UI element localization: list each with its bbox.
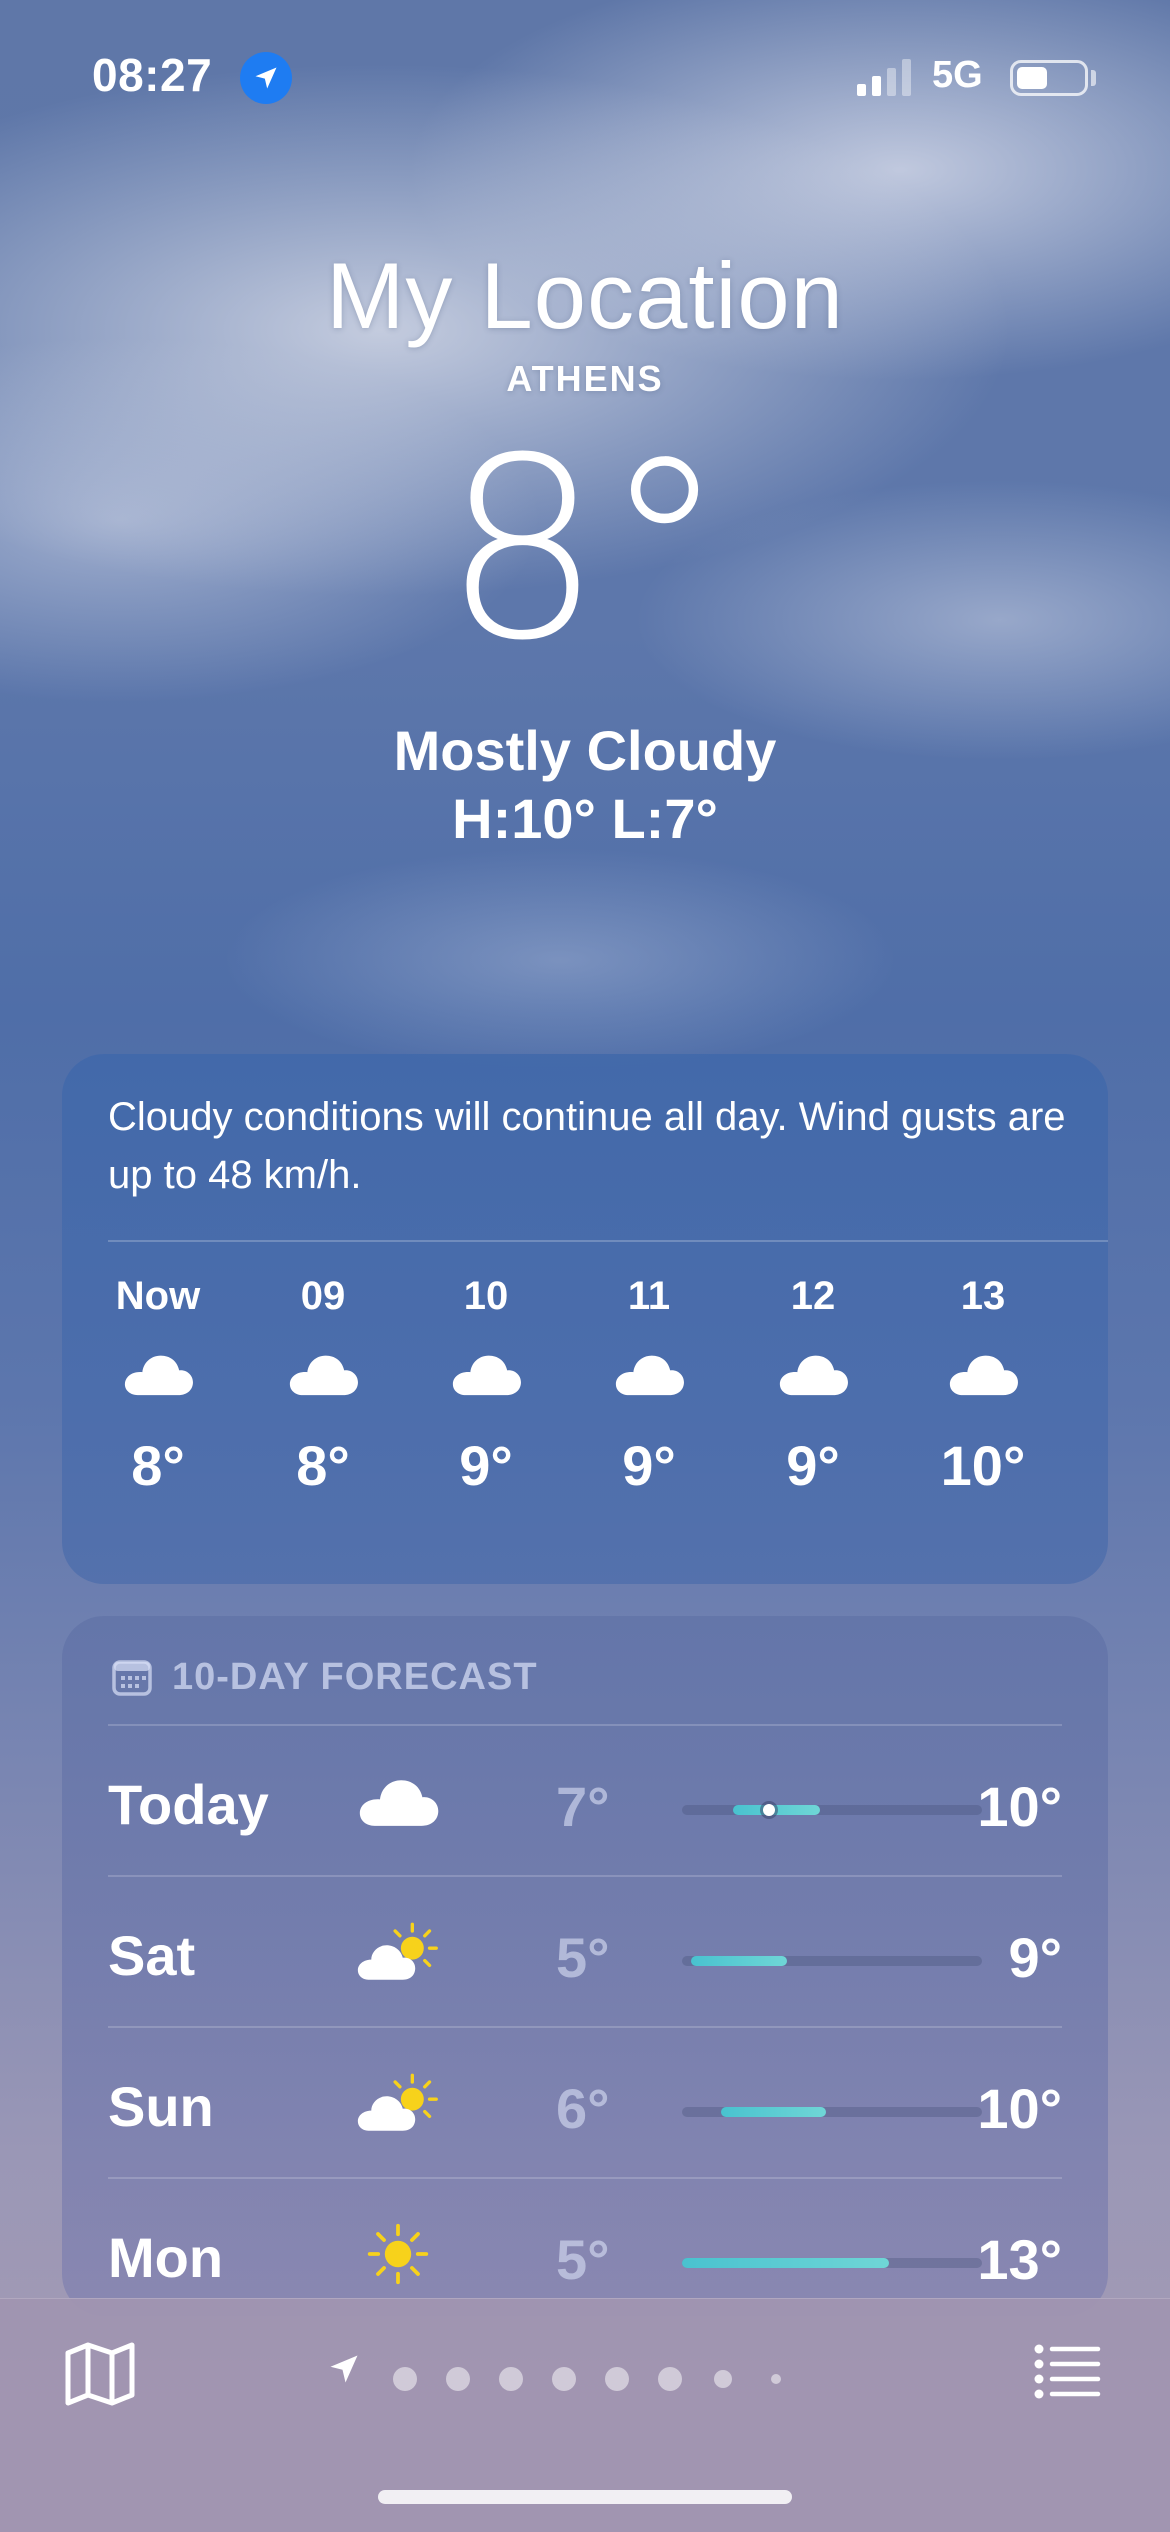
- hourly-item: 10 9°: [426, 1268, 546, 1504]
- location-title: My Location: [326, 243, 844, 348]
- hour-label: 12: [790, 1274, 836, 1318]
- page-dot[interactable]: [552, 2367, 576, 2391]
- page-dot[interactable]: [771, 2374, 781, 2384]
- hourly-forecast-card[interactable]: Cloudy conditions will continue all day.…: [62, 1054, 1108, 1584]
- location-header: My Location ATHENS: [0, 240, 1170, 400]
- page-dot[interactable]: [714, 2370, 732, 2388]
- cloud-icon: [348, 1756, 448, 1846]
- location-city: ATHENS: [506, 358, 664, 399]
- hour-label: 13: [960, 1274, 1006, 1318]
- temperature-range-bar: [682, 2258, 982, 2268]
- page-dot[interactable]: [605, 2367, 629, 2391]
- ten-day-title: 10-DAY FORECAST: [172, 1655, 538, 1698]
- hour-temperature: 8°: [131, 1434, 185, 1497]
- day-high-temp: 10°: [977, 1775, 1062, 1838]
- temperature-range-fill: [691, 1956, 787, 1966]
- current-condition: Mostly Cloudy: [393, 719, 777, 782]
- forecast-summary: Cloudy conditions will continue all day.…: [108, 1095, 1066, 1197]
- day-name: Mon: [108, 2226, 224, 2289]
- calendar-icon: [112, 1660, 152, 1696]
- day-high-temp: 13°: [977, 2228, 1062, 2291]
- cloud-icon: [426, 1324, 546, 1424]
- cloud-icon: [263, 1324, 383, 1424]
- temperature-range-bar: [682, 1956, 982, 1966]
- cloud-icon: [98, 1324, 218, 1424]
- hour-label: Now: [115, 1274, 201, 1318]
- hourly-item: Now 8°: [98, 1268, 218, 1504]
- day-low-temp: 7°: [556, 1775, 610, 1838]
- hourly-list[interactable]: Now 8° 09 8° 10 9° 11 9° 12 9° 13 10°: [108, 1268, 1068, 1558]
- forecast-day-row[interactable]: Sun 6° 10°: [108, 2028, 1062, 2178]
- hour-label: 10: [463, 1274, 509, 1318]
- hourly-item: 13 10°: [923, 1268, 1043, 1504]
- home-indicator[interactable]: [378, 2490, 792, 2504]
- current-temp-marker: [763, 1804, 775, 1816]
- cloud-icon: [753, 1324, 873, 1424]
- hour-temperature: 9°: [786, 1434, 840, 1497]
- battery-cap: [1091, 70, 1096, 86]
- hour-temperature: 8°: [296, 1434, 350, 1497]
- ten-day-forecast-card[interactable]: 10-DAY FORECAST Today 7° 10° Sat 5° 9° Sun 6° 10…: [62, 1616, 1108, 2316]
- day-name: Today: [108, 1773, 269, 1836]
- battery-icon: [1010, 60, 1088, 96]
- hour-temperature: 10°: [940, 1434, 1026, 1497]
- hour-label: 11: [627, 1274, 671, 1318]
- page-dot[interactable]: [499, 2367, 523, 2391]
- ten-day-header: 10-DAY FORECAST: [112, 1652, 538, 1702]
- hourly-item: 12 9°: [753, 1268, 873, 1504]
- partly-sunny-icon: [348, 2058, 448, 2148]
- network-type: 5G: [932, 54, 983, 96]
- page-dot-location-icon[interactable]: [326, 2351, 362, 2387]
- page-dot[interactable]: [658, 2367, 682, 2391]
- current-temperature: 8°: [442, 404, 728, 695]
- temperature-range-fill: [733, 1805, 820, 1815]
- page-dot[interactable]: [393, 2367, 417, 2391]
- day-name: Sun: [108, 2075, 214, 2138]
- temperature-range-bar: [682, 2107, 982, 2117]
- temperature-range-fill: [682, 2258, 889, 2268]
- status-bar: 08:27 5G: [0, 0, 1170, 150]
- cloud-icon: [923, 1324, 1043, 1424]
- day-low-temp: 5°: [556, 1926, 610, 1989]
- temperature-range-bar: [682, 1804, 982, 1816]
- hour-temperature: 9°: [459, 1434, 513, 1497]
- card-divider: [108, 1240, 1108, 1242]
- page-dot[interactable]: [446, 2367, 470, 2391]
- location-arrow-icon: [240, 52, 292, 104]
- day-low-temp: 5°: [556, 2228, 610, 2291]
- day-high-temp: 10°: [977, 2077, 1062, 2140]
- forecast-day-row[interactable]: Sat 5° 9°: [108, 1877, 1062, 2027]
- hourly-item: 09 8°: [263, 1268, 383, 1504]
- high-low-temperature: H:10° L:7°: [452, 787, 718, 850]
- hour-temperature: 9°: [622, 1434, 676, 1497]
- partly-sunny-icon: [348, 1907, 448, 1997]
- hour-label: 09: [300, 1274, 346, 1318]
- day-low-temp: 6°: [556, 2077, 610, 2140]
- day-high-temp: 9°: [1008, 1926, 1062, 1989]
- cellular-signal-icon: [857, 59, 911, 96]
- day-name: Sat: [108, 1924, 196, 1987]
- list-icon[interactable]: [1034, 2343, 1102, 2399]
- cloud-icon: [589, 1324, 709, 1424]
- forecast-day-row[interactable]: Today 7° 10°: [108, 1726, 1062, 1876]
- status-time: 08:27: [92, 49, 213, 101]
- page-indicator[interactable]: [326, 2351, 846, 2407]
- temperature-range-fill: [721, 2107, 826, 2117]
- map-icon[interactable]: [64, 2341, 136, 2407]
- hourly-item: 11 9°: [589, 1268, 709, 1504]
- sun-icon: [348, 2209, 448, 2299]
